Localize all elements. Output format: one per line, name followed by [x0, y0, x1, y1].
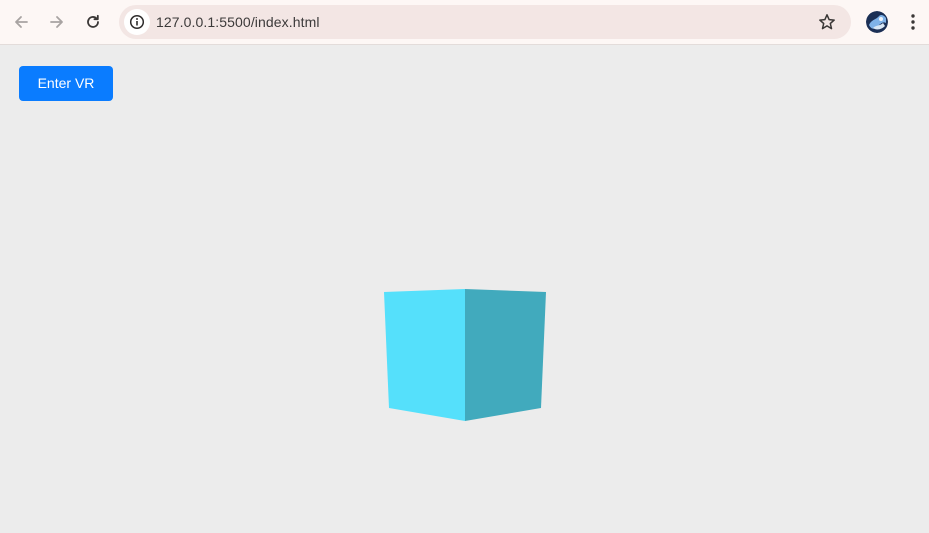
address-bar[interactable]: 127.0.0.1:5500/index.html	[119, 5, 851, 39]
bookmark-button[interactable]	[816, 11, 838, 33]
arrow-left-icon	[15, 16, 28, 28]
cube-side-face	[465, 289, 546, 421]
site-info-button[interactable]	[124, 9, 150, 35]
info-icon	[129, 14, 145, 30]
back-button[interactable]	[7, 8, 35, 36]
avatar[interactable]	[866, 11, 888, 33]
browser-menu-button[interactable]	[903, 10, 923, 34]
enter-vr-button[interactable]: Enter VR	[19, 66, 113, 101]
3d-scene	[384, 289, 546, 421]
reload-button[interactable]	[79, 8, 107, 36]
profile-avatar-icon	[866, 11, 888, 33]
arrow-right-icon	[50, 16, 63, 28]
browser-window: 127.0.0.1:5500/index.html Enter VR	[0, 0, 929, 533]
webxr-canvas[interactable]: Enter VR	[0, 45, 929, 533]
reload-icon	[87, 14, 99, 28]
browser-toolbar: 127.0.0.1:5500/index.html	[0, 0, 929, 45]
cube-front-face	[384, 289, 465, 421]
forward-button[interactable]	[43, 8, 71, 36]
url-text[interactable]: 127.0.0.1:5500/index.html	[156, 13, 320, 31]
kebab-menu-icon	[911, 14, 915, 30]
star-icon	[819, 14, 835, 30]
